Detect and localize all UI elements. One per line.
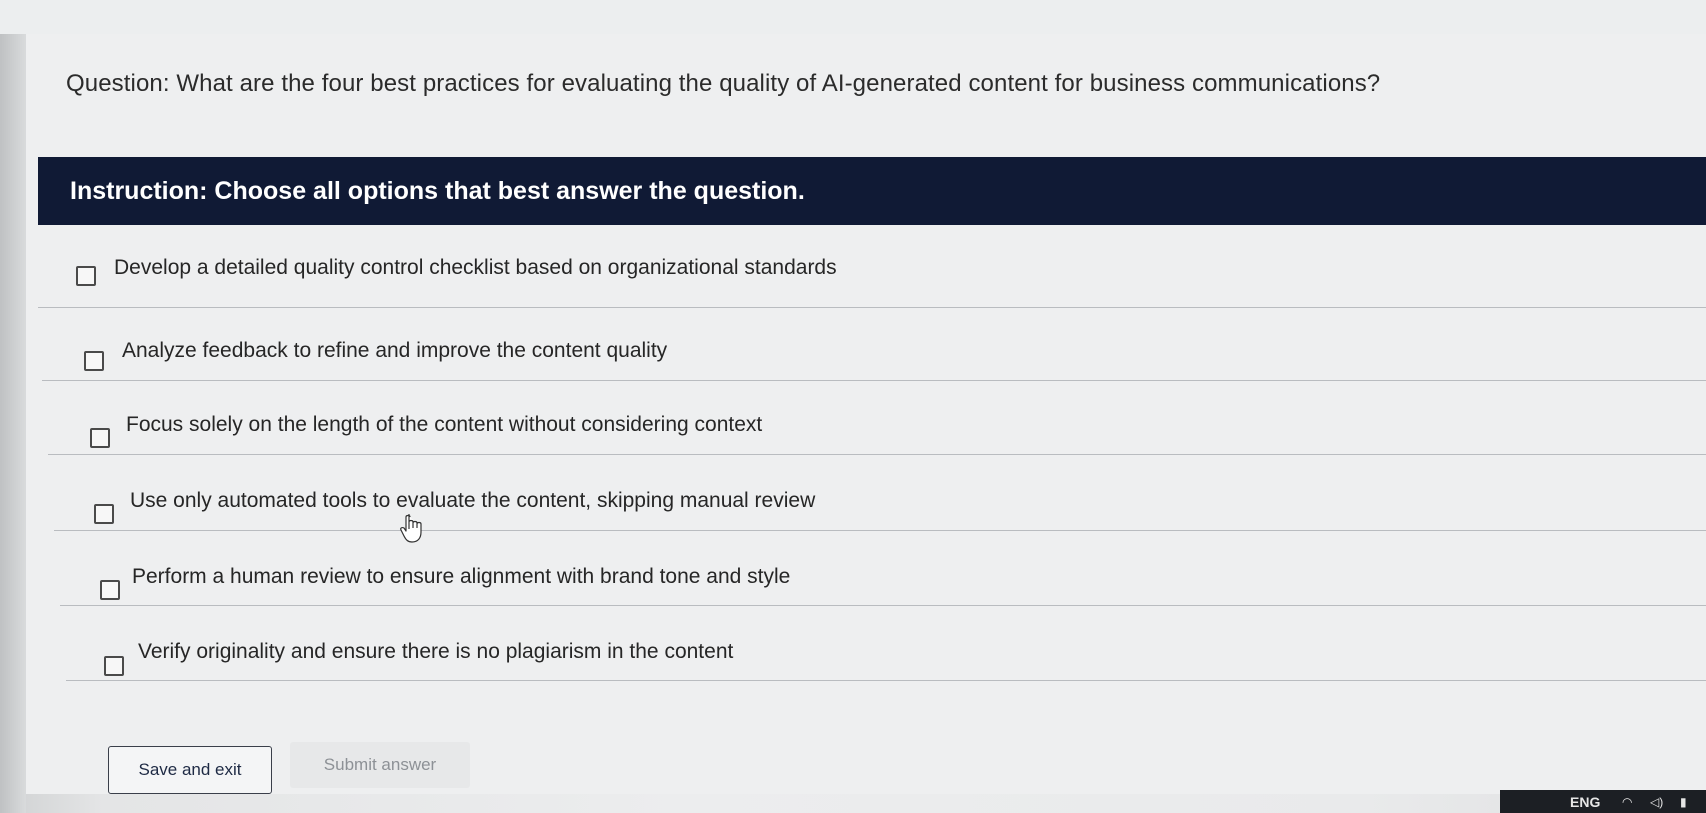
option-label: Develop a detailed quality control check… [114,256,837,279]
answer-option-6[interactable]: Verify originality and ensure there is n… [66,608,1706,681]
checkbox-icon[interactable] [94,504,114,524]
option-label: Verify originality and ensure there is n… [138,640,734,663]
language-indicator[interactable]: ENG [1570,794,1600,810]
submit-answer-button[interactable]: Submit answer [290,742,470,788]
option-label: Perform a human review to ensure alignme… [132,565,791,588]
taskbar: ENG ◠ ◁) ▮ [1500,790,1706,813]
checkbox-icon[interactable] [84,351,104,371]
save-and-exit-button[interactable]: Save and exit [108,746,272,794]
option-label: Analyze feedback to refine and improve t… [122,339,668,362]
answer-option-2[interactable]: Analyze feedback to refine and improve t… [42,308,1706,381]
answer-option-3[interactable]: Focus solely on the length of the conten… [48,382,1706,455]
screen: Question: What are the four best practic… [0,0,1706,813]
checkbox-icon[interactable] [90,428,110,448]
checkbox-icon[interactable] [100,580,120,600]
speaker-icon[interactable]: ◁) [1650,795,1663,809]
answer-option-4[interactable]: Use only automated tools to evaluate the… [54,458,1706,531]
instruction-bar: Instruction: Choose all options that bes… [38,157,1706,225]
left-screen-edge [0,34,26,813]
checkbox-icon[interactable] [104,656,124,676]
hand-pointer-icon [400,514,422,543]
battery-icon[interactable]: ▮ [1680,795,1687,809]
checkbox-icon[interactable] [76,266,96,286]
answer-option-1[interactable]: Develop a detailed quality control check… [38,235,1706,308]
instruction-text: Instruction: Choose all options that bes… [70,177,805,205]
question-text: Question: What are the four best practic… [66,70,1381,97]
answer-option-5[interactable]: Perform a human review to ensure alignme… [60,533,1706,606]
browser-top-bar [0,0,1706,35]
wifi-icon[interactable]: ◠ [1622,795,1632,809]
option-label: Use only automated tools to evaluate the… [130,489,816,512]
option-label: Focus solely on the length of the conten… [126,413,763,436]
